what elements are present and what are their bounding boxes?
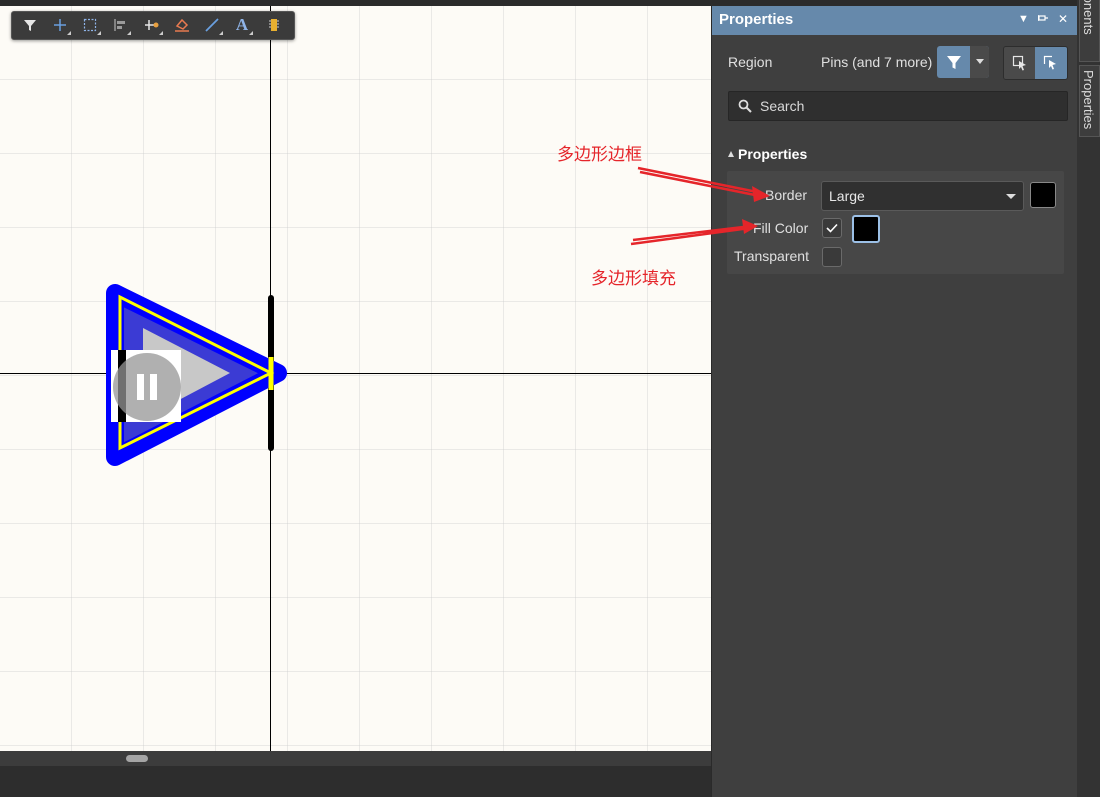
text-icon: A — [235, 15, 249, 34]
filter-button-group — [937, 46, 989, 78]
chevron-down-icon — [975, 59, 984, 64]
filter-icon — [946, 56, 961, 69]
border-annotation: 多边形边框 — [557, 145, 642, 165]
eraser-tool-button[interactable] — [170, 14, 194, 36]
pin-panel-icon[interactable] — [1037, 13, 1048, 26]
dropdown-indicator — [249, 31, 253, 35]
close-panel-icon[interactable]: ✕ — [1058, 12, 1068, 26]
dropdown-indicator — [219, 31, 223, 35]
side-tab-strip: Components Properties — [1077, 0, 1100, 797]
scrollbar-thumb[interactable] — [126, 755, 148, 762]
select-icon — [1012, 55, 1026, 71]
align-tool-button[interactable] — [108, 14, 132, 36]
select-mode-button[interactable] — [1004, 47, 1035, 79]
region-label: Region — [728, 54, 773, 70]
fill-color-checkbox[interactable] — [822, 218, 842, 238]
triangle-symbol[interactable] — [0, 6, 711, 751]
panel-title: Properties — [719, 11, 794, 28]
filter-tool-button[interactable] — [18, 14, 42, 36]
filter-icon — [24, 20, 36, 31]
tab-components[interactable]: Components — [1079, 0, 1100, 62]
text-tool-button[interactable]: A — [230, 14, 254, 36]
collapse-triangle-icon[interactable] — [728, 151, 734, 157]
border-select-value: Large — [829, 188, 865, 204]
properties-panel: Properties ▼ ✕ Region Pins (and 7 more) … — [711, 6, 1078, 797]
border-label: Border — [765, 187, 808, 203]
crosshair-icon — [54, 19, 66, 31]
component-icon — [269, 19, 279, 31]
transparent-checkbox[interactable] — [822, 247, 842, 267]
crosshair-tool-button[interactable] — [48, 14, 72, 36]
filter-dropdown-button[interactable] — [970, 46, 989, 78]
search-placeholder: Search — [760, 98, 805, 114]
line-tool-button[interactable] — [200, 14, 224, 36]
pause-bar-right — [150, 374, 157, 400]
fill-color-swatch[interactable] — [852, 215, 880, 243]
fill-annotation: 多边形填充 — [591, 269, 676, 289]
status-bar — [0, 766, 711, 797]
component-tool-button[interactable] — [262, 14, 286, 36]
align-icon — [114, 19, 125, 31]
line-icon — [205, 18, 219, 32]
border-select[interactable]: Large — [821, 181, 1024, 211]
panel-header: Properties ▼ ✕ — [712, 6, 1078, 35]
filter-button[interactable] — [937, 46, 970, 78]
panel-menu-icon[interactable]: ▼ — [1018, 13, 1029, 25]
tab-properties-label: Properties — [1081, 70, 1096, 130]
chevron-down-icon — [1006, 194, 1016, 199]
selection-button-group — [1003, 46, 1068, 80]
eraser-icon — [175, 18, 189, 32]
pause-bar-left — [137, 374, 144, 400]
active-bar-toolbar: A — [11, 11, 295, 40]
checkmark-icon — [826, 223, 838, 233]
selection-text: Pins (and 7 more) — [821, 54, 933, 70]
search-icon — [738, 99, 752, 113]
select-inside-button[interactable] — [1035, 47, 1067, 79]
pin-icon — [145, 20, 159, 30]
select-rect-icon — [83, 18, 97, 32]
fill-color-label: Fill Color — [753, 220, 809, 236]
horizontal-scrollbar[interactable] — [0, 751, 711, 766]
search-input[interactable]: Search — [728, 91, 1068, 121]
select-rect-tool-button[interactable] — [78, 14, 102, 36]
transparent-label: Transparent — [734, 248, 809, 264]
dropdown-indicator — [159, 31, 163, 35]
border-color-swatch[interactable] — [1030, 182, 1056, 208]
cursor-icon — [1043, 55, 1056, 70]
section-title-properties[interactable]: Properties — [738, 146, 807, 162]
dropdown-indicator — [127, 31, 131, 35]
tab-properties[interactable]: Properties — [1079, 65, 1100, 137]
pause-icon[interactable] — [113, 353, 181, 421]
schematic-canvas[interactable] — [0, 6, 711, 751]
tab-components-label: Components — [1081, 0, 1096, 35]
dropdown-indicator — [67, 31, 71, 35]
pin-tool-button[interactable] — [140, 14, 164, 36]
dropdown-indicator — [97, 31, 101, 35]
